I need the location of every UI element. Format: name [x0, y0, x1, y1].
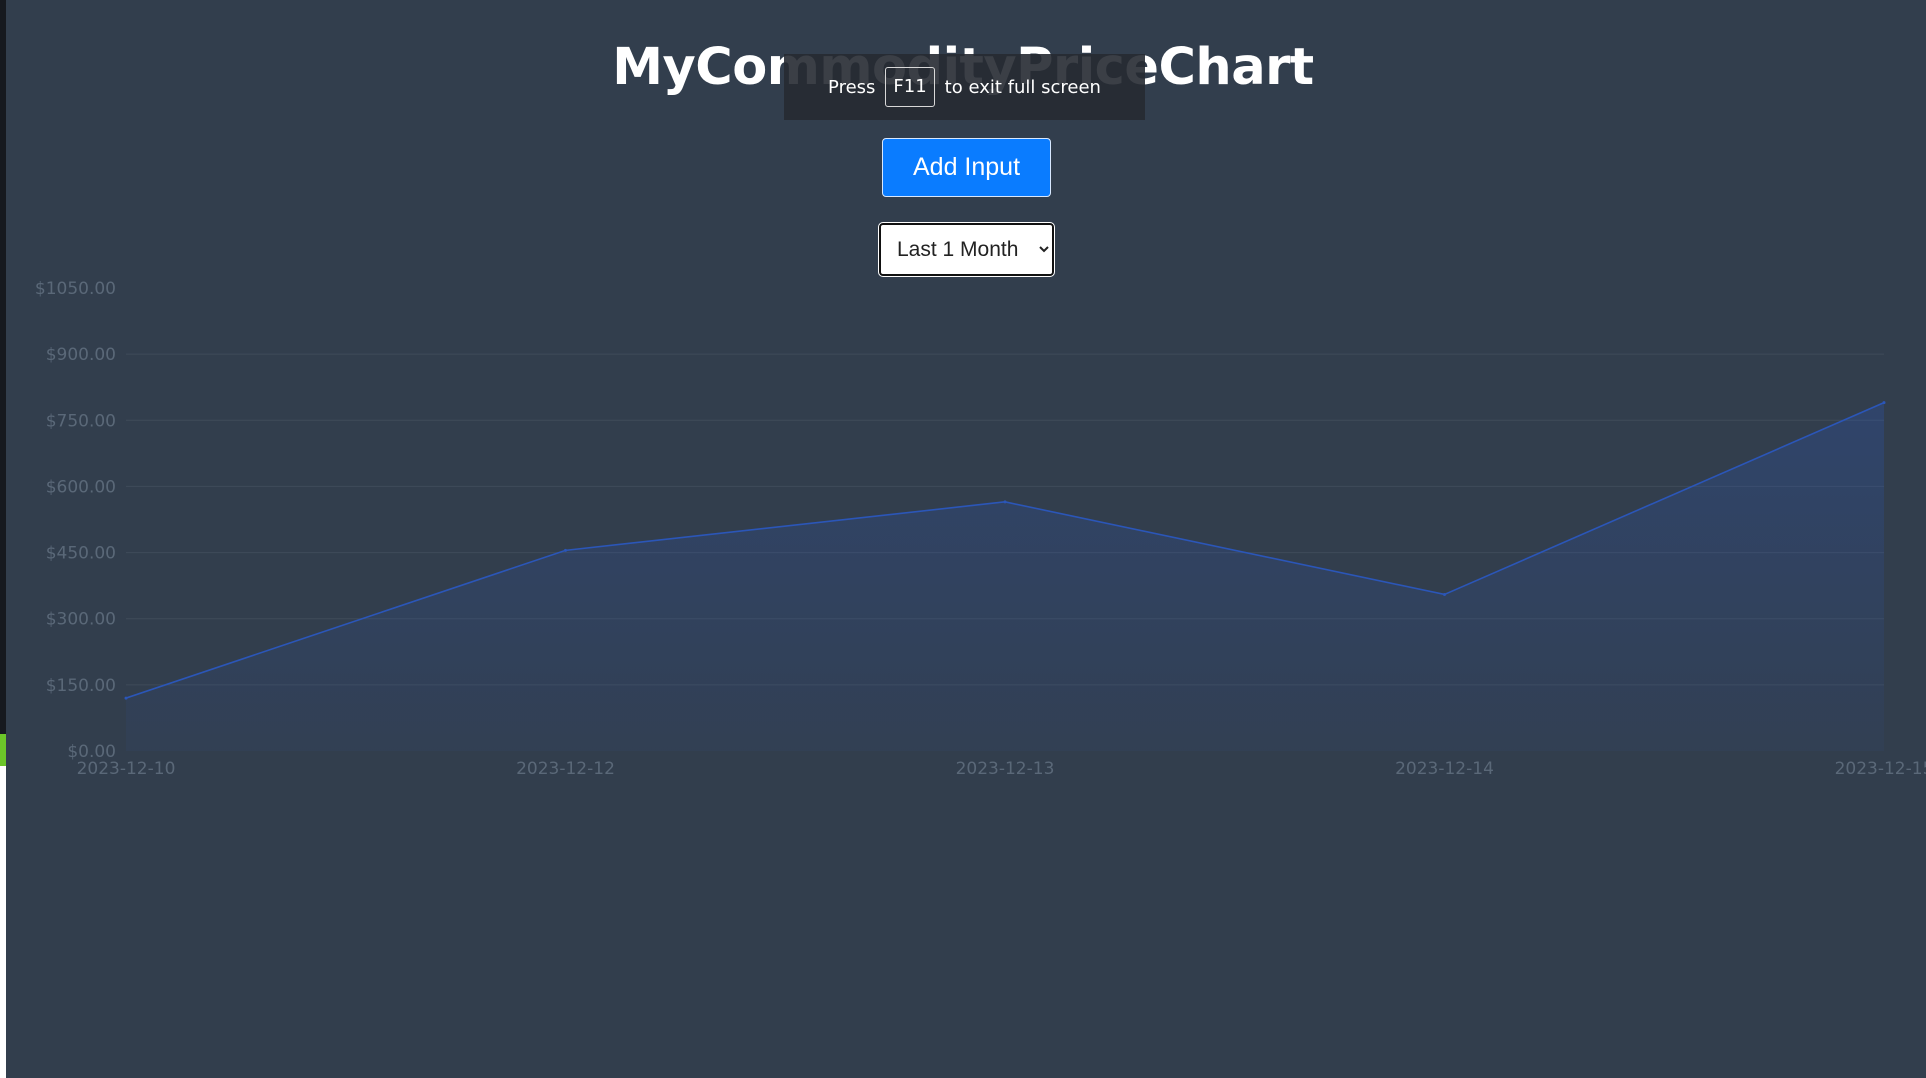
data-point	[1443, 592, 1446, 596]
price-chart: $0.00$150.00$300.00$450.00$600.00$750.00…	[35, 279, 1926, 779]
series-area	[126, 402, 1884, 751]
y-tick-label: $600.00	[46, 477, 116, 497]
x-tick-label: 2023-12-13	[956, 759, 1055, 779]
y-tick-label: $450.00	[46, 544, 116, 564]
x-tick-label: 2023-12-14	[1395, 759, 1494, 779]
y-tick-label: $150.00	[46, 676, 116, 696]
x-tick-label: 2023-12-15	[1835, 759, 1926, 779]
data-point	[564, 548, 567, 552]
data-point	[1882, 401, 1886, 405]
data-point	[1003, 500, 1007, 504]
y-tick-label: $900.00	[46, 345, 116, 365]
y-tick-label: $1050.00	[35, 279, 116, 299]
y-tick-label: $750.00	[46, 411, 116, 431]
data-point	[124, 696, 128, 700]
left-window-light	[0, 766, 6, 1078]
x-tick-label: 2023-12-12	[516, 759, 615, 779]
x-tick-label: 2023-12-10	[77, 759, 176, 779]
y-tick-label: $300.00	[46, 610, 116, 630]
